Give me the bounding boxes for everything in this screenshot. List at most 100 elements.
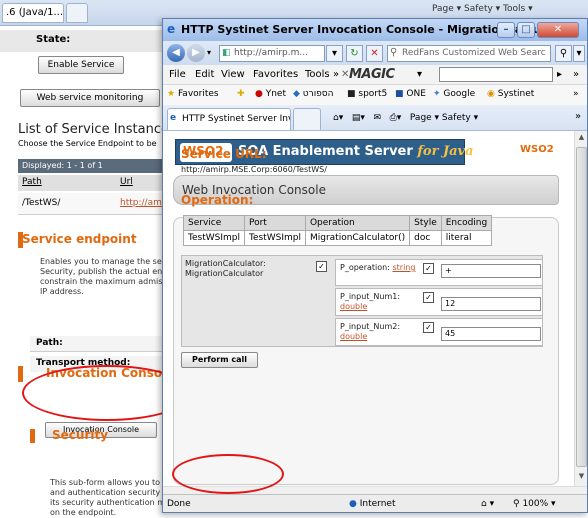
stop-icon[interactable]: ✕: [366, 45, 383, 62]
row-path: /TestWS/: [22, 198, 61, 208]
active-tab[interactable]: HTTP Systinet Server Invo...: [167, 108, 291, 130]
fav-systinet[interactable]: ◉ Systinet: [487, 89, 534, 99]
background-tab[interactable]: .6 (Java/1....: [2, 3, 64, 23]
row-url-link[interactable]: http://ami: [120, 198, 164, 208]
title-bar: e HTTP Systinet Server Invocation Consol…: [163, 19, 587, 41]
favorites-bar: ★ Favorites ✚ ● Ynet ◆ הספורט ■ sport5 ■…: [163, 85, 587, 105]
banner-title: SOA Enablement Server for Java: [238, 144, 474, 159]
param-checkbox[interactable]: ✓: [423, 322, 434, 333]
zoom-level[interactable]: ⚲ 100% ▾: [513, 499, 556, 509]
history-dropdown-icon[interactable]: ▾: [207, 48, 211, 57]
section-marker: [18, 366, 23, 382]
header-service: Service: [183, 215, 245, 231]
service-url: http://amirp.MSE.Corp:6060/TestWS/: [181, 165, 327, 174]
column-url[interactable]: Url: [120, 177, 133, 187]
search-input[interactable]: RedFans Customized Web Searc: [387, 45, 551, 62]
scroll-thumb[interactable]: [576, 147, 587, 467]
security-title: Security: [52, 428, 109, 442]
close-button[interactable]: ✕: [537, 22, 579, 38]
star-icon: ★: [167, 89, 176, 99]
instances-table-header: Path Url: [18, 175, 168, 191]
param-type-link[interactable]: string: [392, 263, 415, 272]
ws-monitoring-button[interactable]: Web service monitoring: [20, 89, 160, 107]
magic-search-input[interactable]: [439, 67, 553, 82]
back-button[interactable]: ◀: [167, 44, 185, 62]
param-row: P_input_Num2: double ✓ 45: [335, 318, 543, 346]
fav-google[interactable]: ✦ Google: [433, 89, 475, 99]
protected-mode-icon[interactable]: ⌂ ▾: [481, 499, 494, 509]
enable-service-button[interactable]: Enable Service: [38, 56, 124, 74]
maximize-button[interactable]: □: [517, 22, 535, 38]
favorites-overflow-icon[interactable]: »: [573, 89, 579, 99]
google-icon: ✦: [433, 89, 441, 99]
horizontal-scrollbar[interactable]: [163, 486, 587, 494]
menu-edit[interactable]: Edit: [195, 69, 214, 80]
address-dropdown-icon[interactable]: ▾: [326, 45, 343, 62]
menu-favorites[interactable]: Favorites: [253, 69, 298, 80]
tab-bar: HTTP Systinet Server Invo... e ⌂▾ ▤▾ ✉ ⎙…: [163, 105, 587, 131]
method-checkbox[interactable]: ✓: [316, 261, 327, 272]
print-icon[interactable]: ⎙▾: [390, 113, 402, 123]
param-type-link[interactable]: double: [340, 302, 367, 311]
fav-ynet[interactable]: ● Ynet: [255, 89, 286, 99]
menu-view[interactable]: View: [221, 69, 245, 80]
forward-button[interactable]: ▶: [187, 44, 205, 62]
feeds-icon[interactable]: ▤▾: [352, 113, 365, 123]
header-port: Port: [243, 215, 306, 231]
tab-ie-icon: e: [170, 113, 177, 123]
fav-sport[interactable]: ◆ הספורט: [293, 89, 334, 99]
magic-go-icon[interactable]: ▸: [557, 69, 562, 80]
header-style: Style: [409, 215, 442, 231]
table-header-row: Service Port Operation Style Encoding: [183, 215, 493, 231]
menu-overflow-icon[interactable]: »: [573, 69, 579, 80]
operation-label: Operation:: [181, 193, 254, 207]
table-row: TestWSImpl TestWSImpl MigrationCalculato…: [183, 230, 493, 246]
command-bar-menus[interactable]: Page ▾ Safety ▾: [410, 113, 478, 123]
refresh-icon[interactable]: ↻: [346, 45, 363, 62]
param-label: P_input_Num2: double: [340, 322, 401, 341]
minimize-button[interactable]: –: [497, 22, 515, 38]
param-value-input[interactable]: 12: [441, 297, 541, 311]
ie-icon: e: [167, 22, 176, 36]
path-label: Path:: [30, 336, 168, 352]
param-checkbox[interactable]: ✓: [423, 292, 434, 303]
globe-icon: ●: [349, 499, 357, 509]
internet-zone: ● Internet: [349, 499, 396, 509]
address-input[interactable]: http://amirp.m...: [219, 45, 325, 62]
search-icon[interactable]: ⚲: [555, 45, 572, 62]
security-text: This sub-form allows you to and authenti…: [50, 478, 166, 517]
vertical-scrollbar[interactable]: ▲ ▼: [574, 131, 587, 486]
column-path[interactable]: Path: [22, 177, 42, 187]
param-value-input[interactable]: 45: [441, 327, 541, 341]
param-checkbox[interactable]: ✓: [423, 263, 434, 274]
param-type-link[interactable]: double: [340, 332, 367, 341]
menu-tools[interactable]: Tools: [305, 69, 330, 80]
scroll-up-icon[interactable]: ▲: [576, 133, 587, 145]
fav-one[interactable]: ■ ONE: [395, 89, 426, 99]
mail-icon[interactable]: ✉: [373, 113, 381, 123]
header-encoding: Encoding: [440, 215, 493, 231]
param-row: P_operation: string ✓ +: [335, 259, 543, 286]
search-dropdown-icon[interactable]: ▾: [573, 45, 585, 62]
list-title: List of Service Instance: [18, 122, 169, 137]
add-favorite-icon[interactable]: ✚: [237, 89, 245, 99]
new-tab-button[interactable]: [293, 108, 321, 130]
menu-overflow-icon[interactable]: »: [333, 69, 339, 80]
background-new-tab[interactable]: [66, 3, 88, 23]
scroll-down-icon[interactable]: ▼: [576, 472, 587, 484]
service-endpoint-text: Enables you to manage the se Security, p…: [40, 257, 167, 296]
perform-call-button[interactable]: Perform call: [181, 352, 258, 368]
header-operation: Operation: [304, 215, 411, 231]
background-command-bar[interactable]: Page ▾ Safety ▾ Tools ▾: [432, 4, 533, 14]
menu-file[interactable]: File: [169, 69, 186, 80]
method-name: MigrationCalculator: MigrationCalculator: [185, 259, 266, 278]
magic-dropdown-icon[interactable]: ▾: [417, 69, 422, 80]
favorites-button[interactable]: ★ Favorites: [167, 89, 219, 99]
command-overflow-icon[interactable]: »: [575, 111, 581, 122]
fav-sport5[interactable]: ■ sport5: [347, 89, 387, 99]
home-icon[interactable]: ⌂▾: [333, 113, 343, 123]
param-row: P_input_Num1: double ✓ 12: [335, 288, 543, 316]
cell-style: doc: [409, 230, 442, 246]
page-icon: ◧: [222, 48, 231, 58]
param-value-input[interactable]: +: [441, 264, 541, 278]
